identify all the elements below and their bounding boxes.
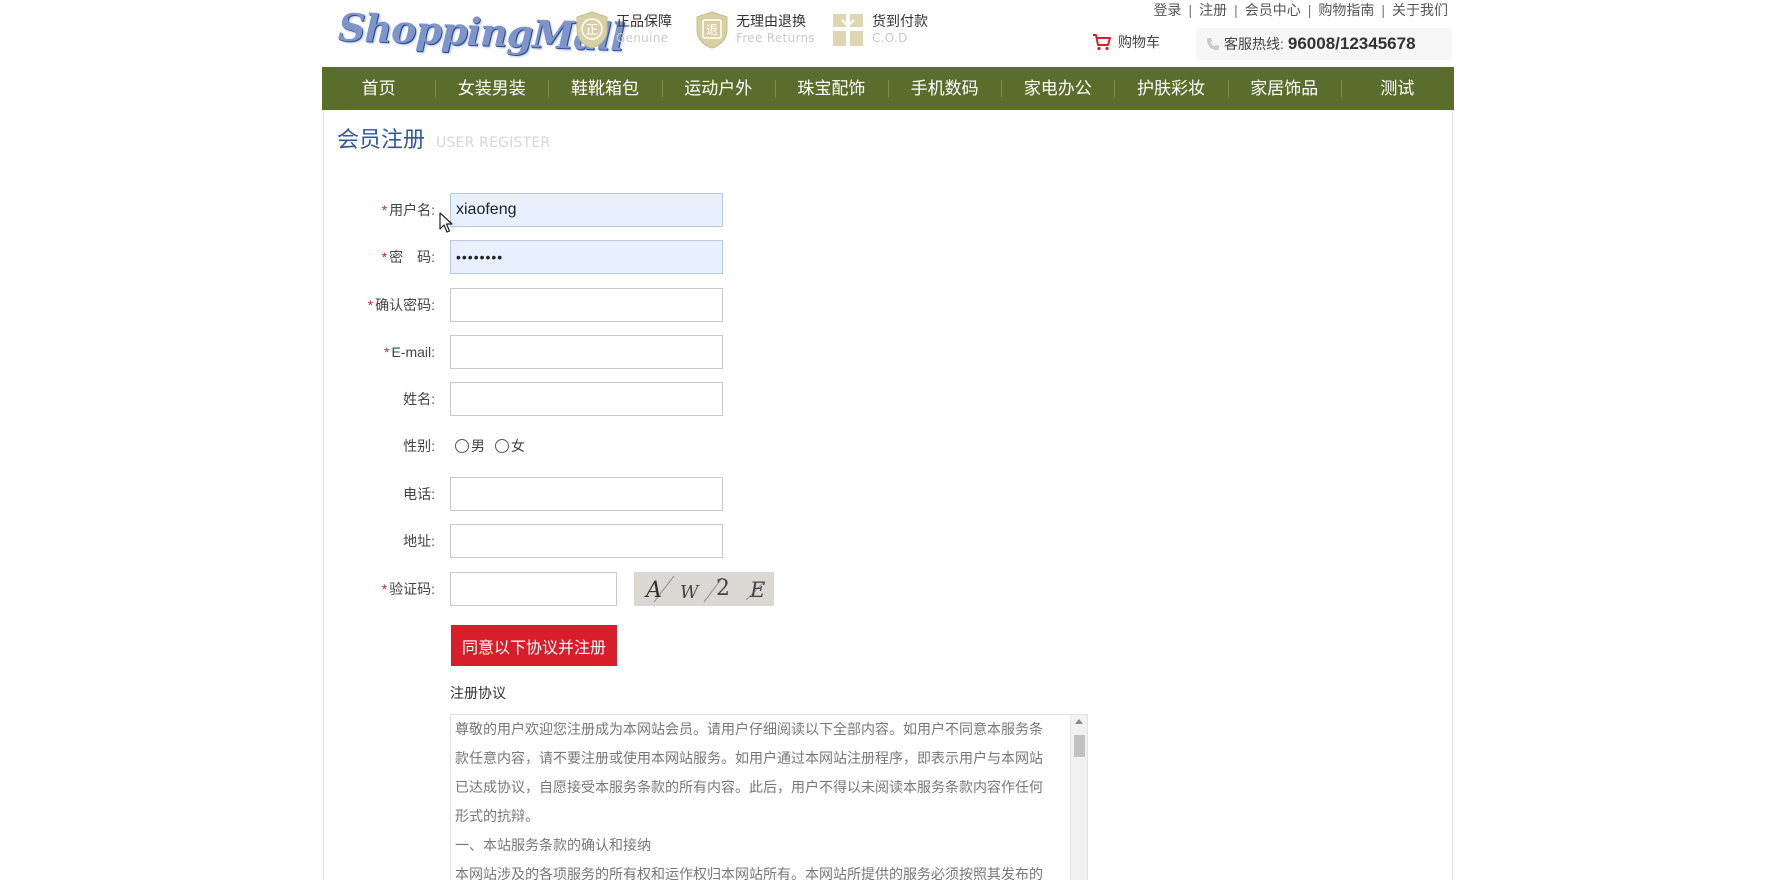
email-label: * E-mail: <box>383 344 435 360</box>
gender-female-option[interactable]: 女 <box>495 436 525 456</box>
agreement-line: 款任意内容，请不要注册或使用本网站服务。如用户通过本网站注册程序，即表示用户与本… <box>455 750 1043 766</box>
hotline-label: 客服热线: <box>1224 36 1284 52</box>
promo-free-returns: 退 无理由退换 Free Returns <box>694 10 815 50</box>
captcha-input[interactable] <box>450 572 617 606</box>
agreement-line: 尊敬的用户欢迎您注册成为本网站会员。请用户仔细阅读以下全部内容。如用户不同意本服… <box>455 721 1043 737</box>
member-center-link[interactable]: 会员中心 <box>1245 0 1301 20</box>
promo-genuine: 正 正品保障 Genuine <box>574 10 672 50</box>
phone-label: 电话: <box>403 486 435 502</box>
separator: | <box>1234 2 1238 18</box>
username-label: * 用户名: <box>381 202 435 218</box>
captcha-label: * 验证码: <box>381 581 435 597</box>
cart-label: 购物车 <box>1118 34 1160 50</box>
agreement-title: 注册协议 <box>450 685 506 701</box>
svg-text:正: 正 <box>585 23 598 38</box>
register-link[interactable]: 注册 <box>1199 0 1227 20</box>
captcha-char: E <box>749 578 765 602</box>
nav-item-sports-outdoor[interactable]: 运动户外 <box>661 67 775 110</box>
promo-title: 无理由退换 <box>736 13 806 29</box>
nav-item-test[interactable]: 测试 <box>1340 67 1454 110</box>
captcha-image[interactable]: A W 2 E <box>634 572 774 606</box>
scroll-up-arrow-icon[interactable] <box>1075 719 1083 724</box>
gender-row: 性别: 男 女 <box>340 428 1040 464</box>
shopping-cart-icon <box>1093 34 1111 51</box>
agree-register-button[interactable]: 同意以下协议并注册 <box>451 625 617 666</box>
gender-male-option[interactable]: 男 <box>455 436 485 456</box>
top-links: 登录 | 注册 | 会员中心 | 购物指南 | 关于我们 <box>1153 0 1448 20</box>
mouse-cursor-icon <box>439 212 453 233</box>
customer-hotline: 客服热线: 96008/12345678 <box>1196 28 1452 60</box>
captcha-char: W <box>680 582 700 603</box>
gender-male-label: 男 <box>471 438 485 454</box>
separator: | <box>1307 2 1312 18</box>
return-shield-icon: 退 <box>696 11 728 49</box>
email-input[interactable] <box>450 335 723 369</box>
page-title-cn: 会员注册 <box>337 127 426 152</box>
agreement-line: 已达成协议，自愿接受本服务条款的所有内容。此后，用户不得以未阅读本服务条款内容作… <box>455 779 1043 795</box>
address-input[interactable] <box>450 524 723 558</box>
promo-title: 货到付款 <box>872 13 928 29</box>
main-nav: 首页 女装男装 鞋靴箱包 运动户外 珠宝配饰 手机数码 家电办公 护肤彩妆 家居… <box>322 67 1454 110</box>
agreement-scrollbar[interactable] <box>1070 715 1087 880</box>
site-logo[interactable]: ShoppingMall <box>337 4 624 63</box>
phone-input[interactable] <box>450 477 723 511</box>
svg-text:退: 退 <box>706 23 718 37</box>
captcha-char: 2 <box>716 576 730 601</box>
promo-cod: 货到付款 C.O.D <box>830 10 928 50</box>
email-row: * E-mail: <box>340 334 1040 370</box>
confirm-password-input[interactable] <box>450 288 723 322</box>
promo-subtitle: Genuine <box>616 31 669 45</box>
confirm-password-row: * 确认密码: <box>340 287 1040 323</box>
page-title: 会员注册 USER REGISTER <box>337 122 550 154</box>
shopping-guide-link[interactable]: 购物指南 <box>1318 0 1374 20</box>
agreement-line: 本网站涉及的各项服务的所有权和运作权归本网站所有。本网站所提供的服务必须按照其发… <box>455 866 1043 880</box>
name-row: 姓名: <box>340 381 1040 417</box>
captcha-row: * 验证码: A W 2 E <box>340 571 1040 607</box>
promo-title: 正品保障 <box>616 13 672 29</box>
password-label: * 密 码: <box>381 249 435 265</box>
name-label: 姓名: <box>403 391 435 407</box>
agreement-line: 一、本站服务条款的确认和接纳 <box>455 837 651 853</box>
separator: | <box>1188 2 1193 18</box>
agreement-text: 尊敬的用户欢迎您注册成为本网站会员。请用户仔细阅读以下全部内容。如用户不同意本服… <box>455 715 1067 880</box>
password-row: * 密 码: •••••••• <box>340 239 1040 275</box>
separator: | <box>1381 2 1385 18</box>
agreement-box[interactable]: 尊敬的用户欢迎您注册成为本网站会员。请用户仔细阅读以下全部内容。如用户不同意本服… <box>450 714 1088 880</box>
name-input[interactable] <box>450 382 723 416</box>
nav-item-apparel[interactable]: 女装男装 <box>435 67 548 110</box>
gender-label: 性别: <box>403 438 435 454</box>
address-row: 地址: <box>340 523 1040 559</box>
username-input[interactable]: xiaofeng <box>450 193 723 227</box>
address-label: 地址: <box>403 533 435 549</box>
genuine-shield-icon: 正 <box>576 11 608 49</box>
about-us-link[interactable]: 关于我们 <box>1392 0 1448 20</box>
nav-item-jewelry[interactable]: 珠宝配饰 <box>774 67 888 110</box>
nav-item-home-decor[interactable]: 家居饰品 <box>1227 67 1341 110</box>
captcha-char: A <box>644 578 662 603</box>
gender-radio-group: 男 女 <box>455 436 535 456</box>
agreement-line: 形式的抗辩。 <box>455 808 539 824</box>
gender-female-label: 女 <box>511 438 525 454</box>
promo-subtitle: Free Returns <box>736 31 815 45</box>
promo-subtitle: C.O.D <box>872 31 908 45</box>
login-link[interactable]: 登录 <box>1153 0 1181 20</box>
nav-item-shoes-bags[interactable]: 鞋靴箱包 <box>548 67 661 110</box>
nav-item-digital[interactable]: 手机数码 <box>888 67 1001 110</box>
gender-male-radio[interactable] <box>455 439 469 453</box>
password-input[interactable]: •••••••• <box>450 240 723 274</box>
nav-item-cosmetics[interactable]: 护肤彩妆 <box>1114 67 1227 110</box>
phone-row: 电话: <box>340 476 1040 512</box>
gender-female-radio[interactable] <box>495 439 509 453</box>
cart-link[interactable]: 购物车 <box>1092 32 1160 52</box>
page-title-en: USER REGISTER <box>436 135 551 151</box>
nav-item-appliances[interactable]: 家电办公 <box>1001 67 1114 110</box>
nav-item-home[interactable]: 首页 <box>322 67 435 110</box>
hotline-number: 96008/12345678 <box>1287 34 1416 53</box>
scrollbar-thumb[interactable] <box>1074 735 1085 757</box>
confirm-password-label: * 确认密码: <box>367 297 435 313</box>
phone-icon <box>1207 38 1219 50</box>
cod-gift-icon <box>833 14 863 46</box>
